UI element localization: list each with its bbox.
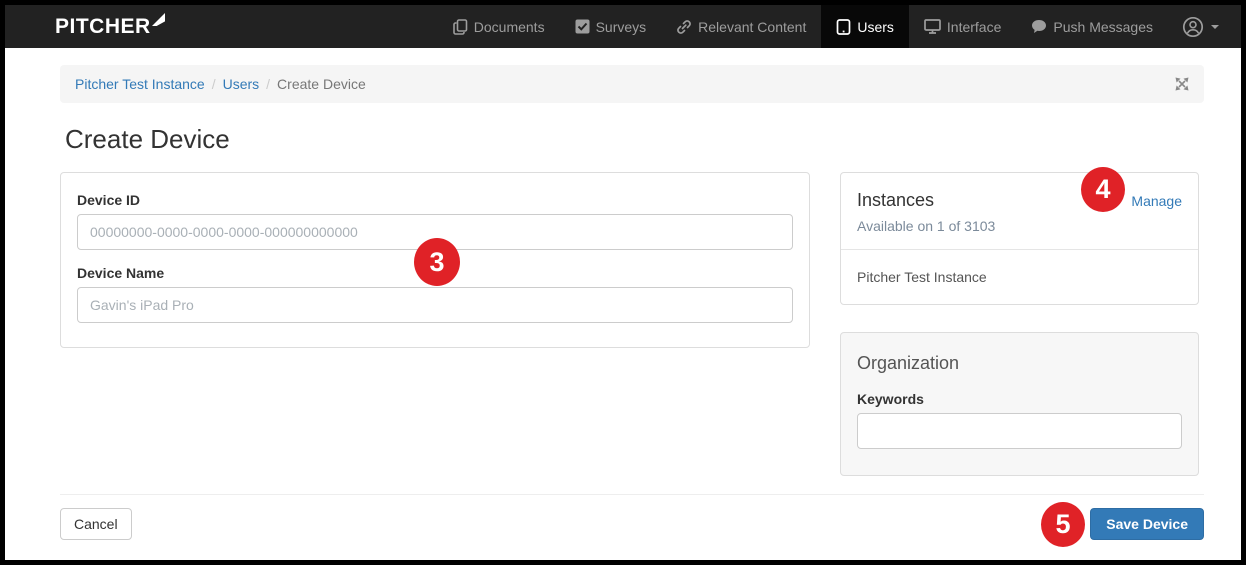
pitcher-logo-text: PITCHER — [55, 15, 151, 39]
annotation-circle-3: 3 — [414, 238, 460, 286]
user-menu-dropdown[interactable] — [1168, 5, 1241, 48]
top-navbar: PITCHER Documents Surveys — [5, 5, 1241, 48]
nav-item-relevant-content[interactable]: Relevant Content — [661, 5, 821, 48]
save-device-button[interactable]: Save Device — [1090, 508, 1204, 540]
manage-link[interactable]: Manage — [1131, 193, 1182, 209]
nav-item-label: Interface — [947, 19, 1001, 35]
footer-divider — [60, 494, 1204, 495]
annotation-circle-5: 5 — [1041, 502, 1085, 547]
nav-item-users[interactable]: Users — [821, 5, 909, 48]
nav-item-push-messages[interactable]: Push Messages — [1016, 5, 1168, 48]
annotation-circle-4: 4 — [1081, 167, 1125, 212]
instance-list-item[interactable]: Pitcher Test Instance — [841, 249, 1198, 304]
navbar-menu: Documents Surveys Relevant Content — [438, 5, 1241, 48]
nav-item-documents[interactable]: Documents — [438, 5, 560, 48]
organization-title: Organization — [857, 353, 1182, 374]
surveys-icon — [575, 19, 590, 34]
breadcrumb-current: Create Device — [277, 76, 366, 92]
nav-item-surveys[interactable]: Surveys — [560, 5, 662, 48]
page-title: Create Device — [65, 124, 1204, 155]
main-content: Pitcher Test Instance / Users / Create Devic… — [5, 48, 1241, 560]
sidebar-column: Instances Manage Available on 1 of 3103 … — [840, 172, 1199, 476]
instances-title: Instances — [857, 190, 934, 211]
user-circle-icon — [1182, 16, 1204, 38]
tablet-icon — [836, 19, 851, 35]
documents-icon — [453, 19, 468, 35]
breadcrumb: Pitcher Test Instance / Users / Create Devic… — [60, 65, 1204, 103]
nav-item-label: Users — [857, 19, 894, 35]
footer-actions: Cancel Save Device — [60, 508, 1204, 540]
nav-item-label: Relevant Content — [698, 19, 806, 35]
speech-bubble-icon — [1031, 19, 1047, 34]
device-name-input[interactable] — [77, 287, 793, 323]
organization-panel: Organization Keywords — [840, 332, 1199, 476]
link-icon — [676, 19, 692, 35]
pitcher-logo[interactable]: PITCHER — [5, 5, 165, 48]
instances-panel: Instances Manage Available on 1 of 3103 … — [840, 172, 1199, 305]
nav-item-label: Push Messages — [1053, 19, 1153, 35]
cancel-button[interactable]: Cancel — [60, 508, 132, 540]
caret-down-icon — [1211, 25, 1219, 29]
nav-item-label: Surveys — [596, 19, 647, 35]
breadcrumb-link-users[interactable]: Users — [223, 76, 260, 92]
pitcher-logo-arrow-icon — [152, 13, 165, 26]
instances-availability: Available on 1 of 3103 — [857, 218, 1182, 234]
expand-icon[interactable] — [1175, 77, 1189, 91]
nav-item-interface[interactable]: Interface — [909, 5, 1016, 48]
screenshot-frame: PITCHER Documents Surveys — [0, 0, 1246, 565]
device-id-label: Device ID — [77, 192, 793, 208]
keywords-input[interactable] — [857, 413, 1182, 449]
breadcrumb-link-instance[interactable]: Pitcher Test Instance — [75, 76, 205, 92]
breadcrumb-separator: / — [212, 76, 216, 92]
breadcrumb-separator: / — [266, 76, 270, 92]
nav-item-label: Documents — [474, 19, 545, 35]
keywords-label: Keywords — [857, 391, 1182, 407]
monitor-icon — [924, 19, 941, 34]
